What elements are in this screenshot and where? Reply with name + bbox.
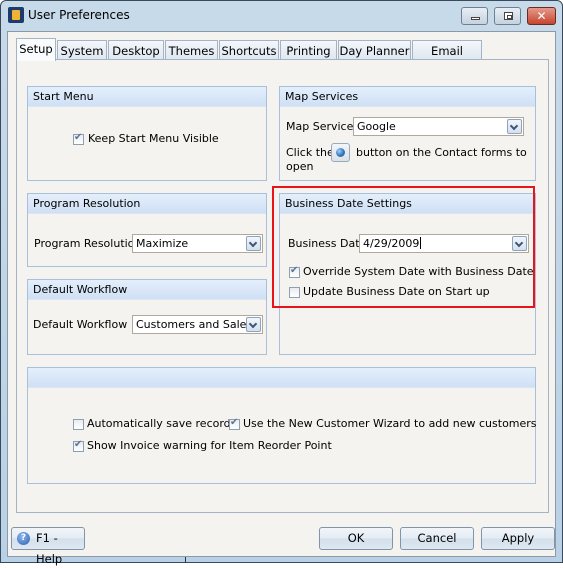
ok-button[interactable]: OK: [319, 527, 393, 550]
business-date-picker[interactable]: 4/29/2009: [359, 234, 529, 253]
cancel-button[interactable]: Cancel: [400, 527, 474, 550]
tab-setup[interactable]: Setup: [16, 38, 56, 61]
help-icon: ?: [17, 532, 30, 545]
update-date-on-startup-checkbox[interactable]: [289, 287, 300, 298]
map-services-group: Map Services Map Service Google Click th…: [279, 86, 536, 181]
minimize-button[interactable]: [461, 7, 488, 25]
start-menu-group: Start Menu Keep Start Menu Visible: [27, 86, 267, 181]
close-button[interactable]: ✕: [527, 7, 556, 25]
program-resolution-header: Program Resolution: [28, 194, 266, 214]
program-resolution-value: Maximize: [136, 237, 189, 250]
default-workflow-header: Default Workflow: [28, 280, 266, 300]
map-hint-before: Click the: [286, 146, 334, 159]
business-date-value: 4/29/2009: [363, 237, 422, 250]
chevron-down-icon[interactable]: [246, 317, 261, 332]
map-service-label: Map Service: [286, 120, 354, 133]
map-service-dropdown[interactable]: Google: [353, 117, 524, 136]
update-date-on-startup-label: Update Business Date on Start up: [303, 285, 490, 298]
window-title: User Preferences: [28, 8, 130, 22]
business-date-settings-group: Business Date Settings Business Date 4/2…: [279, 193, 536, 355]
close-icon: ✕: [536, 9, 547, 23]
default-workflow-dropdown[interactable]: Customers and Sales: [132, 315, 263, 334]
tab-system[interactable]: System: [57, 40, 107, 60]
business-date-label: Business Date: [288, 237, 367, 250]
invoice-warning-checkbox[interactable]: [73, 439, 84, 452]
apply-button[interactable]: Apply: [481, 527, 555, 550]
map-hint-after: button on the Contact forms to: [356, 146, 527, 159]
help-label: F1 - Help: [36, 531, 63, 566]
maximize-button[interactable]: [494, 7, 521, 25]
tab-email-setup[interactable]: Email Setup: [412, 40, 482, 72]
customer-wizard-label: Use the New Customer Wizard to add new c…: [243, 417, 537, 430]
dialog-client-area: Setup System Desktop Themes Shortcuts Pr…: [7, 31, 556, 566]
invoice-warning-label: Show Invoice warning for Item Reorder Po…: [87, 439, 332, 452]
general-options-header: [28, 368, 535, 388]
default-workflow-label: Default Workflow: [33, 318, 128, 331]
general-options-group: Automatically save record Use the New Cu…: [27, 367, 537, 484]
text-caret: [420, 237, 422, 249]
maximize-icon: [504, 12, 513, 20]
chevron-down-icon[interactable]: [507, 119, 522, 134]
tab-themes[interactable]: Themes: [165, 40, 218, 60]
minimize-icon: [471, 17, 480, 20]
start-menu-header: Start Menu: [28, 87, 266, 107]
keep-start-menu-visible-label: Keep Start Menu Visible: [88, 132, 219, 145]
app-icon: [8, 7, 24, 23]
globe-icon: [331, 143, 350, 162]
tab-shortcuts[interactable]: Shortcuts: [219, 40, 279, 60]
auto-save-record-label: Automatically save record: [87, 417, 231, 430]
default-workflow-value: Customers and Sales: [136, 318, 253, 331]
user-preferences-window: User Preferences ✕ Setup System Desktop …: [0, 0, 563, 566]
program-resolution-dropdown[interactable]: Maximize: [132, 234, 263, 253]
tab-day-planner[interactable]: Day Planner: [338, 40, 411, 60]
override-system-date-checkbox[interactable]: [289, 265, 300, 278]
program-resolution-label: Program Resolution: [34, 237, 142, 250]
help-button[interactable]: ? F1 - Help: [11, 527, 85, 566]
chevron-down-icon[interactable]: [512, 236, 527, 251]
auto-save-record-checkbox[interactable]: [73, 419, 84, 430]
program-resolution-group: Program Resolution Program Resolution Ma…: [27, 193, 267, 267]
chevron-down-icon[interactable]: [246, 236, 261, 251]
map-hint-line2: open: [286, 160, 314, 173]
default-workflow-group: Default Workflow Default Workflow Custom…: [27, 279, 267, 355]
tab-desktop[interactable]: Desktop: [108, 40, 164, 60]
keep-start-menu-visible-checkbox[interactable]: [73, 132, 84, 145]
setup-tab-panel: Start Menu Keep Start Menu Visible Map S…: [16, 59, 549, 513]
customer-wizard-checkbox[interactable]: [229, 417, 240, 430]
map-services-header: Map Services: [280, 87, 535, 107]
tab-printing[interactable]: Printing: [280, 40, 337, 60]
business-date-text: 4/29/2009: [363, 237, 420, 250]
background-window-edge: [185, 557, 186, 563]
override-system-date-label: Override System Date with Business Date: [303, 265, 534, 278]
title-bar[interactable]: User Preferences ✕: [1, 1, 562, 31]
map-service-value: Google: [357, 120, 396, 133]
business-date-header: Business Date Settings: [280, 194, 535, 214]
